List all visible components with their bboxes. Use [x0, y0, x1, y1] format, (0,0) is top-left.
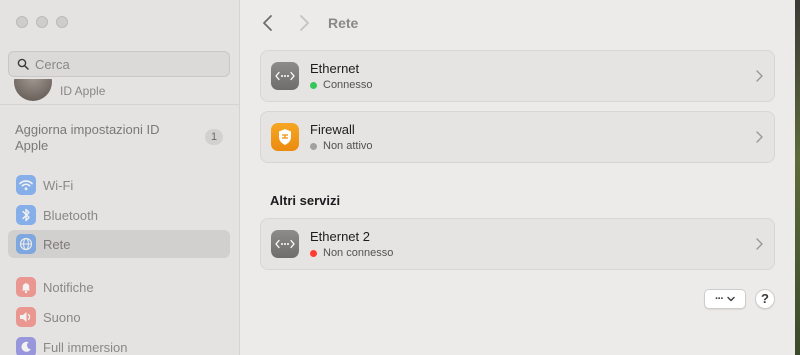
update-apple-id-settings[interactable]: Aggiorna impostazioni ID Apple [15, 122, 185, 154]
service-status: Non connesso [310, 247, 393, 259]
sidebar-item-notifiche[interactable]: Notifiche [8, 273, 230, 301]
sidebar-item-label: Rete [43, 236, 71, 252]
minimize-window-button[interactable] [36, 16, 48, 28]
help-button[interactable]: ? [755, 289, 775, 309]
more-actions-button[interactable]: ··· [704, 289, 746, 309]
service-row-ethernet[interactable]: Ethernet Connesso [260, 50, 775, 102]
moon-icon [16, 337, 36, 355]
sidebar-item-wifi[interactable]: Wi-Fi [8, 171, 230, 199]
chevron-right-icon [756, 131, 763, 143]
sidebar: ID Apple Aggiorna impostazioni ID Apple … [0, 0, 240, 355]
apple-id-label: ID Apple [60, 84, 106, 98]
chevron-down-icon [727, 296, 735, 302]
speaker-icon [16, 307, 36, 327]
sidebar-item-label: Wi-Fi [43, 177, 74, 193]
zoom-window-button[interactable] [56, 16, 68, 28]
sidebar-item-label: Full immersion [43, 339, 128, 355]
service-name: Firewall [310, 122, 355, 137]
bell-icon [16, 277, 36, 297]
service-status: Connesso [310, 79, 373, 91]
back-chevron-icon[interactable] [260, 14, 276, 32]
status-dot-gray [310, 142, 317, 150]
search-input[interactable] [35, 56, 215, 72]
avatar [14, 79, 52, 101]
sidebar-item-suono[interactable]: Suono [8, 303, 230, 331]
status-dot-green [310, 81, 317, 89]
globe-icon [16, 234, 36, 254]
wifi-icon [16, 175, 36, 195]
page-title: Rete [328, 15, 359, 31]
sidebar-item-label: Bluetooth [43, 207, 98, 223]
forward-chevron-icon[interactable] [296, 14, 312, 32]
search-icon [17, 58, 29, 70]
service-status-text: Non attivo [323, 140, 373, 152]
sidebar-item-label: Notifiche [43, 279, 94, 295]
ellipsis-icon: ··· [715, 293, 724, 305]
chevron-right-icon [756, 70, 763, 82]
sidebar-item-full-immersion[interactable]: Full immersion [8, 333, 230, 355]
service-name: Ethernet 2 [310, 229, 370, 244]
window-controls [16, 16, 68, 28]
close-window-button[interactable] [16, 16, 28, 28]
bluetooth-icon [16, 205, 36, 225]
toolbar: Rete [240, 0, 795, 46]
sidebar-item-bluetooth[interactable]: Bluetooth [8, 201, 230, 229]
sidebar-item-rete[interactable]: Rete [8, 230, 230, 258]
service-status-text: Connesso [323, 79, 373, 91]
status-dot-red [310, 249, 317, 257]
divider [0, 104, 239, 105]
service-row-firewall[interactable]: Firewall Non attivo [260, 111, 775, 163]
service-row-ethernet-2[interactable]: Ethernet 2 Non connesso [260, 218, 775, 270]
ethernet-icon [271, 62, 299, 90]
service-name: Ethernet [310, 61, 360, 76]
system-settings-window: ID Apple Aggiorna impostazioni ID Apple … [0, 0, 795, 355]
desktop-background [795, 0, 800, 355]
apple-id-profile[interactable]: ID Apple [14, 79, 224, 103]
other-services-heading: Altri servizi [270, 193, 341, 208]
sidebar-item-label: Suono [43, 309, 81, 325]
service-status-text: Non connesso [323, 247, 394, 259]
chevron-right-icon [756, 238, 763, 250]
search-field[interactable] [8, 51, 230, 77]
service-status: Non attivo [310, 140, 373, 152]
update-count-badge: 1 [205, 129, 223, 145]
ethernet-icon [271, 230, 299, 258]
shield-icon [271, 123, 299, 151]
